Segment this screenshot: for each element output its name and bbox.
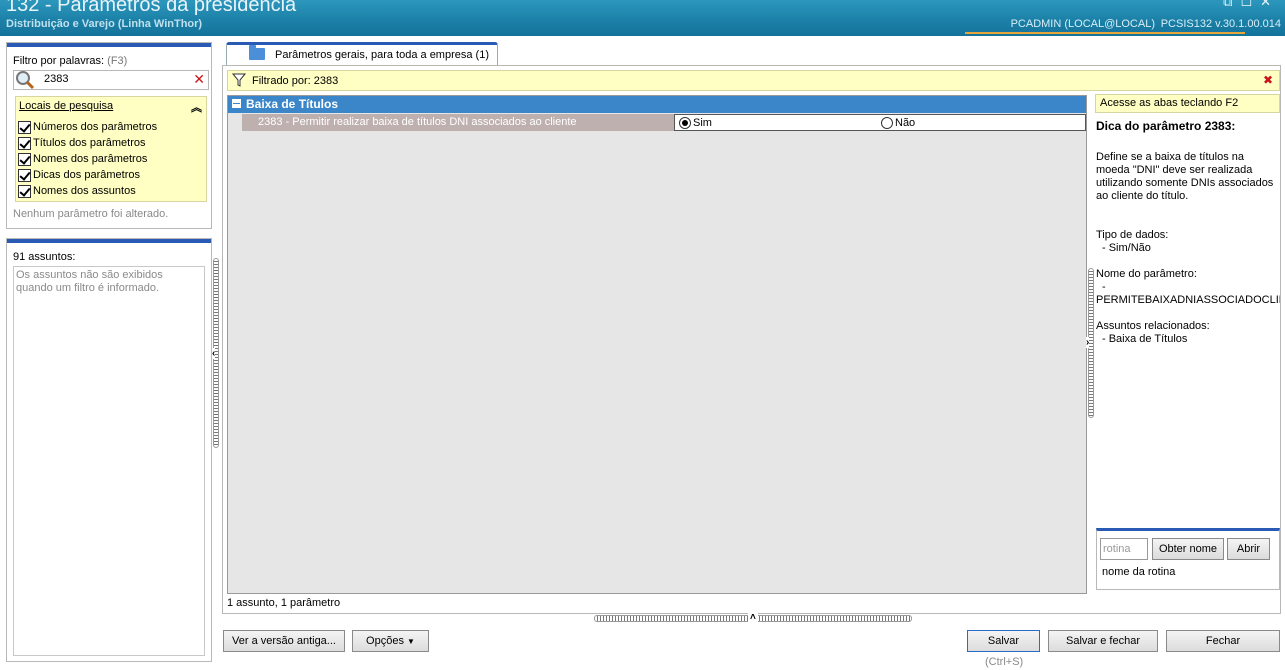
close-icon[interactable]: ✕ — [1260, 0, 1279, 9]
location-label: Nomes dos parâmetros — [33, 153, 148, 165]
location-label: Dicas dos parâmetros — [33, 169, 140, 181]
info-subjects-label: Assuntos relacionados: — [1096, 320, 1210, 332]
tab-parametros-gerais[interactable]: Parâmetros gerais, para toda a empresa (… — [226, 42, 498, 66]
search-locations-box: Locais de pesquisa ︽ Números dos parâmet… — [15, 96, 207, 202]
close-button[interactable]: Fechar — [1166, 630, 1280, 652]
info-title: Dica do parâmetro 2383: — [1096, 119, 1236, 133]
change-status: Nenhum parâmetro foi alterado. — [13, 208, 169, 220]
filter-panel: Filtro por palavras: (F3) ✕ Locais de pe… — [6, 42, 212, 229]
options-label: Opções — [366, 635, 404, 647]
location-label: Números dos parâmetros — [33, 121, 158, 133]
parameter-label: 2383 - Permitir realizar baixa de título… — [242, 114, 674, 131]
routine-input[interactable] — [1100, 538, 1148, 560]
subjects-count: 91 assuntos: — [13, 251, 76, 263]
info-description: Define se a baixa de títulos na moeda "D… — [1096, 151, 1274, 202]
clear-filter-icon[interactable]: ✕ — [193, 71, 205, 88]
window-controls: ⧉☐✕ — [1223, 0, 1279, 10]
radio-nao[interactable] — [881, 117, 893, 129]
open-button[interactable]: Abrir — [1227, 538, 1270, 560]
search-locations-list: Números dos parâmetros Títulos dos parâm… — [18, 119, 157, 199]
dropdown-arrow-icon: ▼ — [407, 637, 415, 646]
panel-top-line — [7, 43, 211, 47]
filter-label-text: Filtro por palavras: — [13, 55, 105, 67]
remove-filter-icon[interactable]: ✖ — [1263, 73, 1273, 87]
filter-label: Filtro por palavras: (F3) — [13, 55, 127, 67]
grid-status: 1 assunto, 1 parâmetro — [227, 597, 341, 609]
collapse-group-icon[interactable] — [232, 99, 241, 108]
filter-bar-text: Filtrado por: 2383 — [252, 75, 339, 87]
filter-shortcut: (F3) — [107, 55, 128, 67]
group-header[interactable]: Baixa de Títulos — [228, 96, 1086, 113]
location-item[interactable]: Nomes dos assuntos — [18, 183, 157, 199]
save-close-button[interactable]: Salvar e fechar — [1048, 630, 1158, 652]
radio-sim[interactable] — [679, 117, 691, 129]
location-item[interactable]: Nomes dos parâmetros — [18, 151, 157, 167]
search-locations-header[interactable]: Locais de pesquisa — [19, 100, 113, 112]
folder-icon — [249, 45, 265, 60]
checkbox-checked[interactable] — [18, 136, 31, 150]
panel-top-line — [7, 239, 211, 243]
info-type-label: Tipo de dados: — [1096, 229, 1169, 241]
checkbox-checked[interactable] — [18, 152, 31, 166]
window-subtitle: Distribuição e Varejo (Linha WinThor) — [6, 18, 203, 30]
parameter-value: Sim Não — [674, 114, 1086, 131]
window-title: 132 - Parâmetros da presidência — [6, 0, 297, 16]
checkbox-checked[interactable] — [18, 184, 31, 198]
collapse-left-icon[interactable]: ‹ — [212, 348, 216, 359]
checkbox-checked[interactable] — [18, 168, 31, 182]
routine-panel: Obter nome Abrir nome da rotina — [1096, 528, 1280, 590]
restore-icon[interactable]: ⧉ — [1223, 0, 1240, 9]
info-name-dash: - — [1102, 281, 1106, 293]
parameter-row[interactable]: 2383 - Permitir realizar baixa de título… — [228, 114, 1086, 131]
search-input[interactable] — [44, 73, 184, 85]
expand-right-icon[interactable]: › — [1086, 337, 1090, 348]
tabs-hint: Acesse as abas teclando F2 — [1095, 94, 1280, 113]
subjects-panel: 91 assuntos: Os assuntos não são exibido… — [6, 238, 212, 662]
filter-bar: Filtrado por: 2383 ✖ — [227, 70, 1280, 91]
checkbox-checked[interactable] — [18, 120, 31, 134]
tab-label: Parâmetros gerais, para toda a empresa (… — [275, 49, 489, 61]
save-shortcut: (Ctrl+S) — [985, 656, 1024, 668]
routine-name-label: nome da rotina — [1102, 566, 1176, 578]
main-panel: Filtrado por: 2383 ✖ Baixa de Títulos 23… — [222, 65, 1281, 614]
info-name-value: PERMITEBAIXADNIASSOCIADOCLIENTE — [1096, 294, 1280, 306]
title-accent-line — [965, 32, 1245, 34]
parameter-info: Dica do parâmetro 2383: Define se a baix… — [1096, 120, 1280, 346]
collapse-icon[interactable]: ︽ — [191, 99, 202, 115]
expand-up-icon[interactable]: ˄ — [748, 612, 758, 623]
title-bar: 132 - Parâmetros da presidência Distribu… — [0, 0, 1285, 36]
radio-nao-label[interactable]: Não — [895, 117, 915, 129]
version-label: PCSIS132 v.30.1.00.014 — [1160, 18, 1281, 30]
location-label: Nomes dos assuntos — [33, 185, 136, 197]
funnel-icon — [232, 73, 246, 87]
group-title: Baixa de Títulos — [246, 97, 339, 111]
location-item[interactable]: Dicas dos parâmetros — [18, 167, 157, 183]
parameters-grid: Baixa de Títulos 2383 - Permitir realiza… — [227, 95, 1087, 594]
search-box[interactable]: ✕ — [13, 70, 209, 90]
get-name-button[interactable]: Obter nome — [1152, 538, 1224, 560]
maximize-icon[interactable]: ☐ — [1240, 0, 1260, 9]
save-button[interactable]: Salvar — [967, 630, 1040, 652]
old-version-button[interactable]: Ver a versão antiga... — [223, 630, 345, 652]
location-item[interactable]: Números dos parâmetros — [18, 119, 157, 135]
info-type-value: - Sim/Não — [1102, 242, 1151, 254]
location-item[interactable]: Títulos dos parâmetros — [18, 135, 157, 151]
options-button[interactable]: Opções ▼ — [352, 630, 429, 652]
info-subjects-value: - Baixa de Títulos — [1102, 333, 1188, 345]
user-label: PCADMIN (LOCAL@LOCAL) — [1010, 18, 1155, 30]
radio-sim-label[interactable]: Sim — [693, 117, 712, 129]
subjects-list[interactable]: Os assuntos não são exibidos quando um f… — [13, 266, 205, 656]
location-label: Títulos dos parâmetros — [33, 137, 146, 149]
info-name-label: Nome do parâmetro: — [1096, 268, 1197, 280]
search-icon — [16, 71, 35, 90]
